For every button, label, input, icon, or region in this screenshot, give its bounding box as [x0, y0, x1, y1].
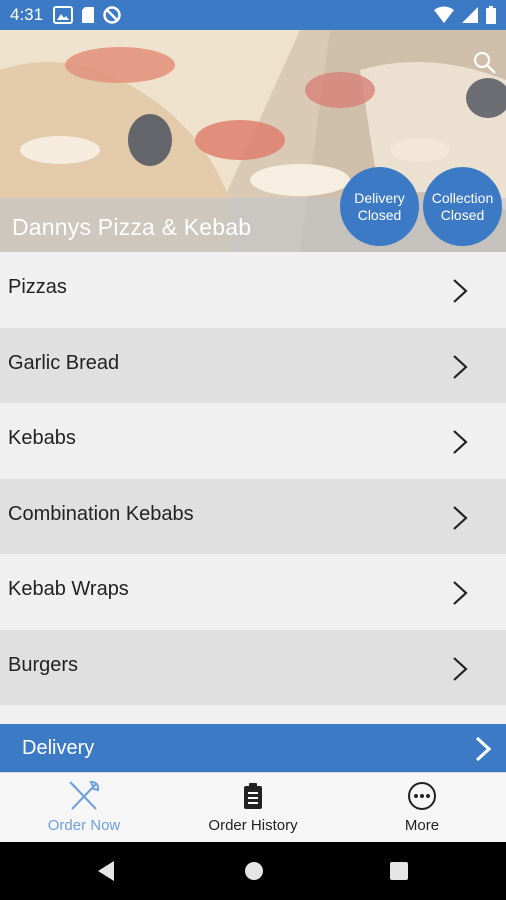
- status-bar: 4:31: [0, 0, 506, 30]
- menu-category-label: Combination Kebabs: [8, 502, 194, 525]
- system-navigation-bar: [0, 842, 506, 900]
- chevron-right-icon: [453, 656, 468, 681]
- signal-icon: [462, 7, 478, 23]
- delivery-mode-button[interactable]: Delivery: [0, 724, 506, 772]
- nav-more-label: More: [404, 817, 440, 834]
- menu-category-combination-kebabs[interactable]: Combination Kebabs: [0, 478, 506, 554]
- recents-icon[interactable]: [389, 861, 409, 881]
- home-icon[interactable]: [243, 860, 265, 882]
- nav-order-history[interactable]: Order History: [169, 773, 337, 843]
- nav-more[interactable]: More: [338, 773, 506, 843]
- status-time: 4:31: [10, 5, 44, 24]
- nav-order-now[interactable]: Order Now: [0, 773, 168, 843]
- search-icon[interactable]: [472, 50, 498, 76]
- menu-category-list: Pizzas Garlic Bread Kebabs Combination K…: [0, 252, 506, 705]
- store-banner: Dannys Pizza & Kebab Delivery Closed Col…: [0, 30, 506, 252]
- menu-category-label: Garlic Bread: [8, 351, 120, 374]
- menu-category-kebab-wraps[interactable]: Kebab Wraps: [0, 554, 506, 630]
- store-name: Dannys Pizza & Kebab: [12, 214, 252, 240]
- menu-category-label: Pizzas: [8, 276, 67, 299]
- menu-category-pizzas[interactable]: Pizzas: [0, 252, 506, 328]
- chevron-right-icon: [453, 505, 468, 530]
- delivery-status-badge: Delivery Closed: [340, 167, 419, 246]
- menu-category-label: Kebabs: [8, 427, 76, 450]
- more-options-icon: [408, 782, 436, 810]
- nav-order-now-label: Order Now: [47, 817, 121, 834]
- menu-category-label: Burgers: [8, 653, 79, 676]
- chevron-right-icon: [453, 430, 468, 454]
- back-icon[interactable]: [96, 860, 116, 882]
- chevron-right-icon: [453, 354, 468, 379]
- clipboard-list-icon: [244, 783, 262, 809]
- menu-category-kebabs[interactable]: Kebabs: [0, 403, 506, 479]
- battery-icon: [486, 6, 496, 24]
- sd-card-icon: [82, 7, 95, 23]
- do-not-disturb-icon: [103, 6, 121, 24]
- wifi-icon: [434, 6, 454, 23]
- menu-category-label: Kebab Wraps: [8, 578, 129, 601]
- menu-category-burgers[interactable]: Burgers: [0, 629, 506, 705]
- chevron-right-icon: [475, 736, 492, 762]
- delivery-mode-label: Delivery: [22, 736, 95, 759]
- collection-status-badge: Collection Closed: [423, 167, 502, 246]
- nav-order-history-label: Order History: [208, 817, 298, 834]
- gallery-icon: [53, 6, 74, 24]
- chevron-right-icon: [453, 581, 468, 605]
- fork-knife-icon: [69, 781, 100, 810]
- bottom-navigation: Order Now Order History More: [0, 772, 506, 842]
- chevron-right-icon: [453, 279, 468, 303]
- menu-category-garlic-bread[interactable]: Garlic Bread: [0, 327, 506, 403]
